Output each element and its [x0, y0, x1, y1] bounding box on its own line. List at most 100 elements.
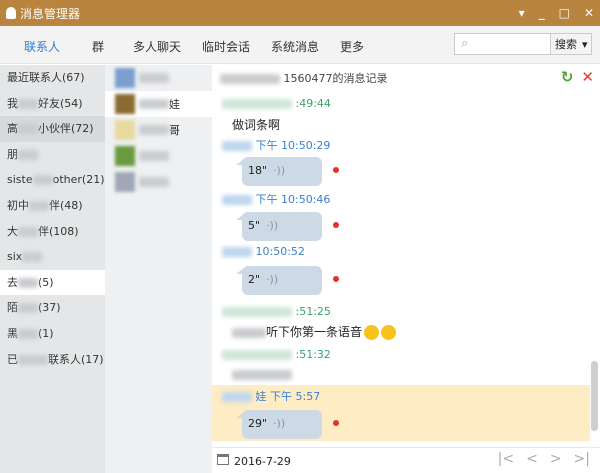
prev-page-icon[interactable]: < [526, 451, 538, 467]
group-label-suffix: (1) [38, 326, 54, 340]
next-page-icon[interactable]: > [550, 451, 562, 467]
contact-item[interactable] [105, 169, 212, 195]
group-item[interactable]: 我 好友(54) [0, 91, 105, 117]
group-label-suffix: 伴(48) [49, 198, 83, 212]
search-button-label: 搜索 [554, 38, 577, 51]
avatar [115, 94, 135, 114]
blurred-sender [222, 195, 252, 205]
group-label: siste [7, 173, 33, 187]
message-time: :51:25 [295, 305, 331, 318]
contact-name: 娃 [169, 98, 180, 111]
tab-temp-session[interactable]: 临时会话 [202, 38, 250, 55]
message-text: 做词条啊 [232, 116, 280, 133]
search-input[interactable] [474, 34, 551, 54]
unread-dot [333, 420, 339, 426]
close-icon[interactable]: ✕ [584, 6, 594, 20]
blurred-sender [222, 307, 292, 317]
calendar-icon[interactable] [217, 454, 229, 465]
search-icon: ⌕ [461, 36, 469, 51]
unread-dot [333, 222, 339, 228]
group-item[interactable]: 黑 (1) [0, 321, 105, 347]
last-page-icon[interactable]: >| [574, 451, 590, 467]
window-title: 消息管理器 [20, 6, 81, 21]
footer: 2016-7-29 |< < > >| [212, 447, 600, 473]
laugh-emoji-icon [381, 325, 397, 340]
group-item[interactable]: 朋 [0, 142, 105, 168]
group-label: 我 [7, 96, 18, 110]
contact-list: 娃哥 [105, 65, 212, 473]
delete-icon[interactable]: ✕ [581, 68, 594, 86]
title-bar: 消息管理器 ▾ _ □ ✕ [0, 0, 600, 26]
group-label-suffix: 伴(108) [38, 224, 79, 238]
tab-more[interactable]: 更多 [340, 38, 364, 55]
message-body: 听下你第一条语音 [266, 325, 363, 339]
group-item[interactable]: six [0, 244, 105, 270]
group-label: 大 [7, 224, 18, 238]
message-time: 10:50:52 [255, 245, 305, 258]
scrollbar-thumb[interactable] [591, 361, 598, 431]
message-meta: :49:44 [222, 97, 331, 110]
voice-duration: 5" [248, 219, 261, 232]
menu-dropdown-icon[interactable]: ▾ [519, 6, 525, 20]
voice-wave-icon: ·)) [266, 219, 279, 232]
group-item[interactable]: siste other(21) [0, 167, 105, 193]
blurred-name [139, 99, 169, 109]
contact-item[interactable]: 哥 [105, 117, 212, 143]
blurred-text [232, 327, 266, 338]
group-label-suffix: 联系人(17) [48, 352, 104, 366]
group-item[interactable]: 已 联系人(17) [0, 347, 105, 373]
contact-item[interactable] [105, 143, 212, 169]
blurred-sender [222, 350, 292, 360]
date-label[interactable]: 2016-7-29 [234, 455, 291, 468]
avatar [115, 120, 135, 140]
contact-item[interactable] [105, 65, 212, 91]
voice-wave-icon: ·)) [273, 164, 286, 177]
minimize-icon[interactable]: _ [539, 6, 545, 20]
blurred-name [220, 74, 280, 84]
blurred-text [29, 200, 49, 211]
group-label: 最近联系人(67) [7, 71, 85, 84]
contact-item[interactable]: 娃 [105, 91, 212, 117]
group-item[interactable]: 初中 伴(48) [0, 193, 105, 219]
blurred-text [18, 328, 38, 339]
message-meta: 下午 10:50:29 [222, 137, 330, 153]
group-list: 最近联系人(67) 我 好友(54) 高 小伙伴(72) 朋 siste other(21) 初… [0, 65, 105, 473]
avatar [115, 146, 135, 166]
tab-contacts[interactable]: 联系人 [24, 38, 60, 55]
group-item[interactable]: 大 伴(108) [0, 219, 105, 245]
voice-message[interactable]: 5" ·)) [236, 212, 322, 241]
blurred-text [18, 277, 38, 288]
group-item[interactable]: 高 小伙伴(72) [0, 116, 105, 142]
tab-multi-chat[interactable]: 多人聊天 [133, 38, 181, 55]
voice-message[interactable]: 18" ·)) [236, 157, 322, 186]
message-meta: :51:32 [222, 348, 331, 361]
voice-message[interactable]: 29" ·)) [236, 410, 322, 439]
tab-system-messages[interactable]: 系统消息 [271, 38, 319, 55]
voice-message[interactable]: 2" ·)) [236, 266, 322, 295]
blurred-text [32, 175, 53, 186]
group-item[interactable]: 去 (5) [0, 269, 105, 296]
voice-wave-icon: ·)) [266, 273, 279, 286]
maximize-icon[interactable]: □ [559, 6, 570, 20]
blurred-name [139, 73, 169, 83]
group-label: 朋 [7, 147, 18, 161]
tab-groups[interactable]: 群 [92, 38, 104, 55]
blurred-sender [222, 247, 252, 257]
first-page-icon[interactable]: |< [498, 451, 514, 467]
chevron-down-icon[interactable]: ▾ [582, 38, 588, 51]
blurred-text [18, 124, 38, 135]
group-item[interactable]: 陌 (37) [0, 295, 105, 321]
voice-duration: 29" [248, 417, 268, 430]
blurred-name [139, 151, 169, 161]
group-label: 陌 [7, 301, 18, 315]
search-button[interactable]: 搜索 ▾ [550, 34, 591, 54]
voice-duration: 18" [248, 164, 268, 177]
contact-name: 哥 [169, 124, 180, 137]
group-item[interactable]: 最近联系人(67) [0, 65, 105, 91]
message-time: 下午 10:50:29 [255, 139, 331, 152]
message-meta: 下午 10:50:46 [222, 191, 330, 207]
blurred-name [139, 125, 169, 135]
avatar [115, 172, 135, 192]
refresh-icon[interactable]: ↻ [561, 68, 574, 86]
message-time: 下午 10:50:46 [255, 193, 331, 206]
